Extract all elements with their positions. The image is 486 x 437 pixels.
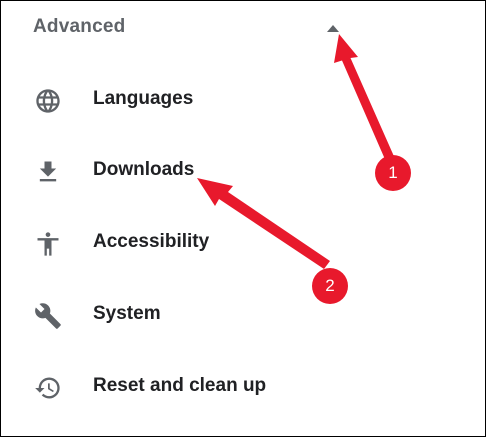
download-icon bbox=[34, 158, 62, 186]
menu-item-downloads[interactable]: Downloads bbox=[1, 139, 485, 203]
menu-item-label: Languages bbox=[93, 88, 194, 109]
globe-icon bbox=[34, 87, 62, 115]
menu-item-reset[interactable]: Reset and clean up bbox=[1, 355, 485, 419]
menu-item-label: Accessibility bbox=[93, 231, 210, 252]
annotation-badge-1: 1 bbox=[375, 155, 411, 191]
advanced-section-header[interactable]: Advanced bbox=[1, 1, 485, 55]
menu-item-label: Reset and clean up bbox=[93, 375, 267, 396]
annotation-badge-2: 2 bbox=[312, 268, 348, 304]
menu-item-system[interactable]: System bbox=[1, 283, 485, 347]
menu-item-label: System bbox=[93, 303, 161, 324]
wrench-icon bbox=[34, 302, 62, 330]
restore-icon bbox=[34, 374, 62, 402]
menu-item-accessibility[interactable]: Accessibility bbox=[1, 211, 485, 275]
settings-panel: Advanced Languages Downloads Accessibili… bbox=[0, 0, 486, 437]
collapse-arrow-icon[interactable] bbox=[323, 19, 343, 39]
accessibility-icon bbox=[34, 230, 62, 258]
section-title: Advanced bbox=[33, 16, 126, 37]
menu-item-label: Downloads bbox=[93, 159, 195, 180]
menu-item-languages[interactable]: Languages bbox=[1, 68, 485, 132]
